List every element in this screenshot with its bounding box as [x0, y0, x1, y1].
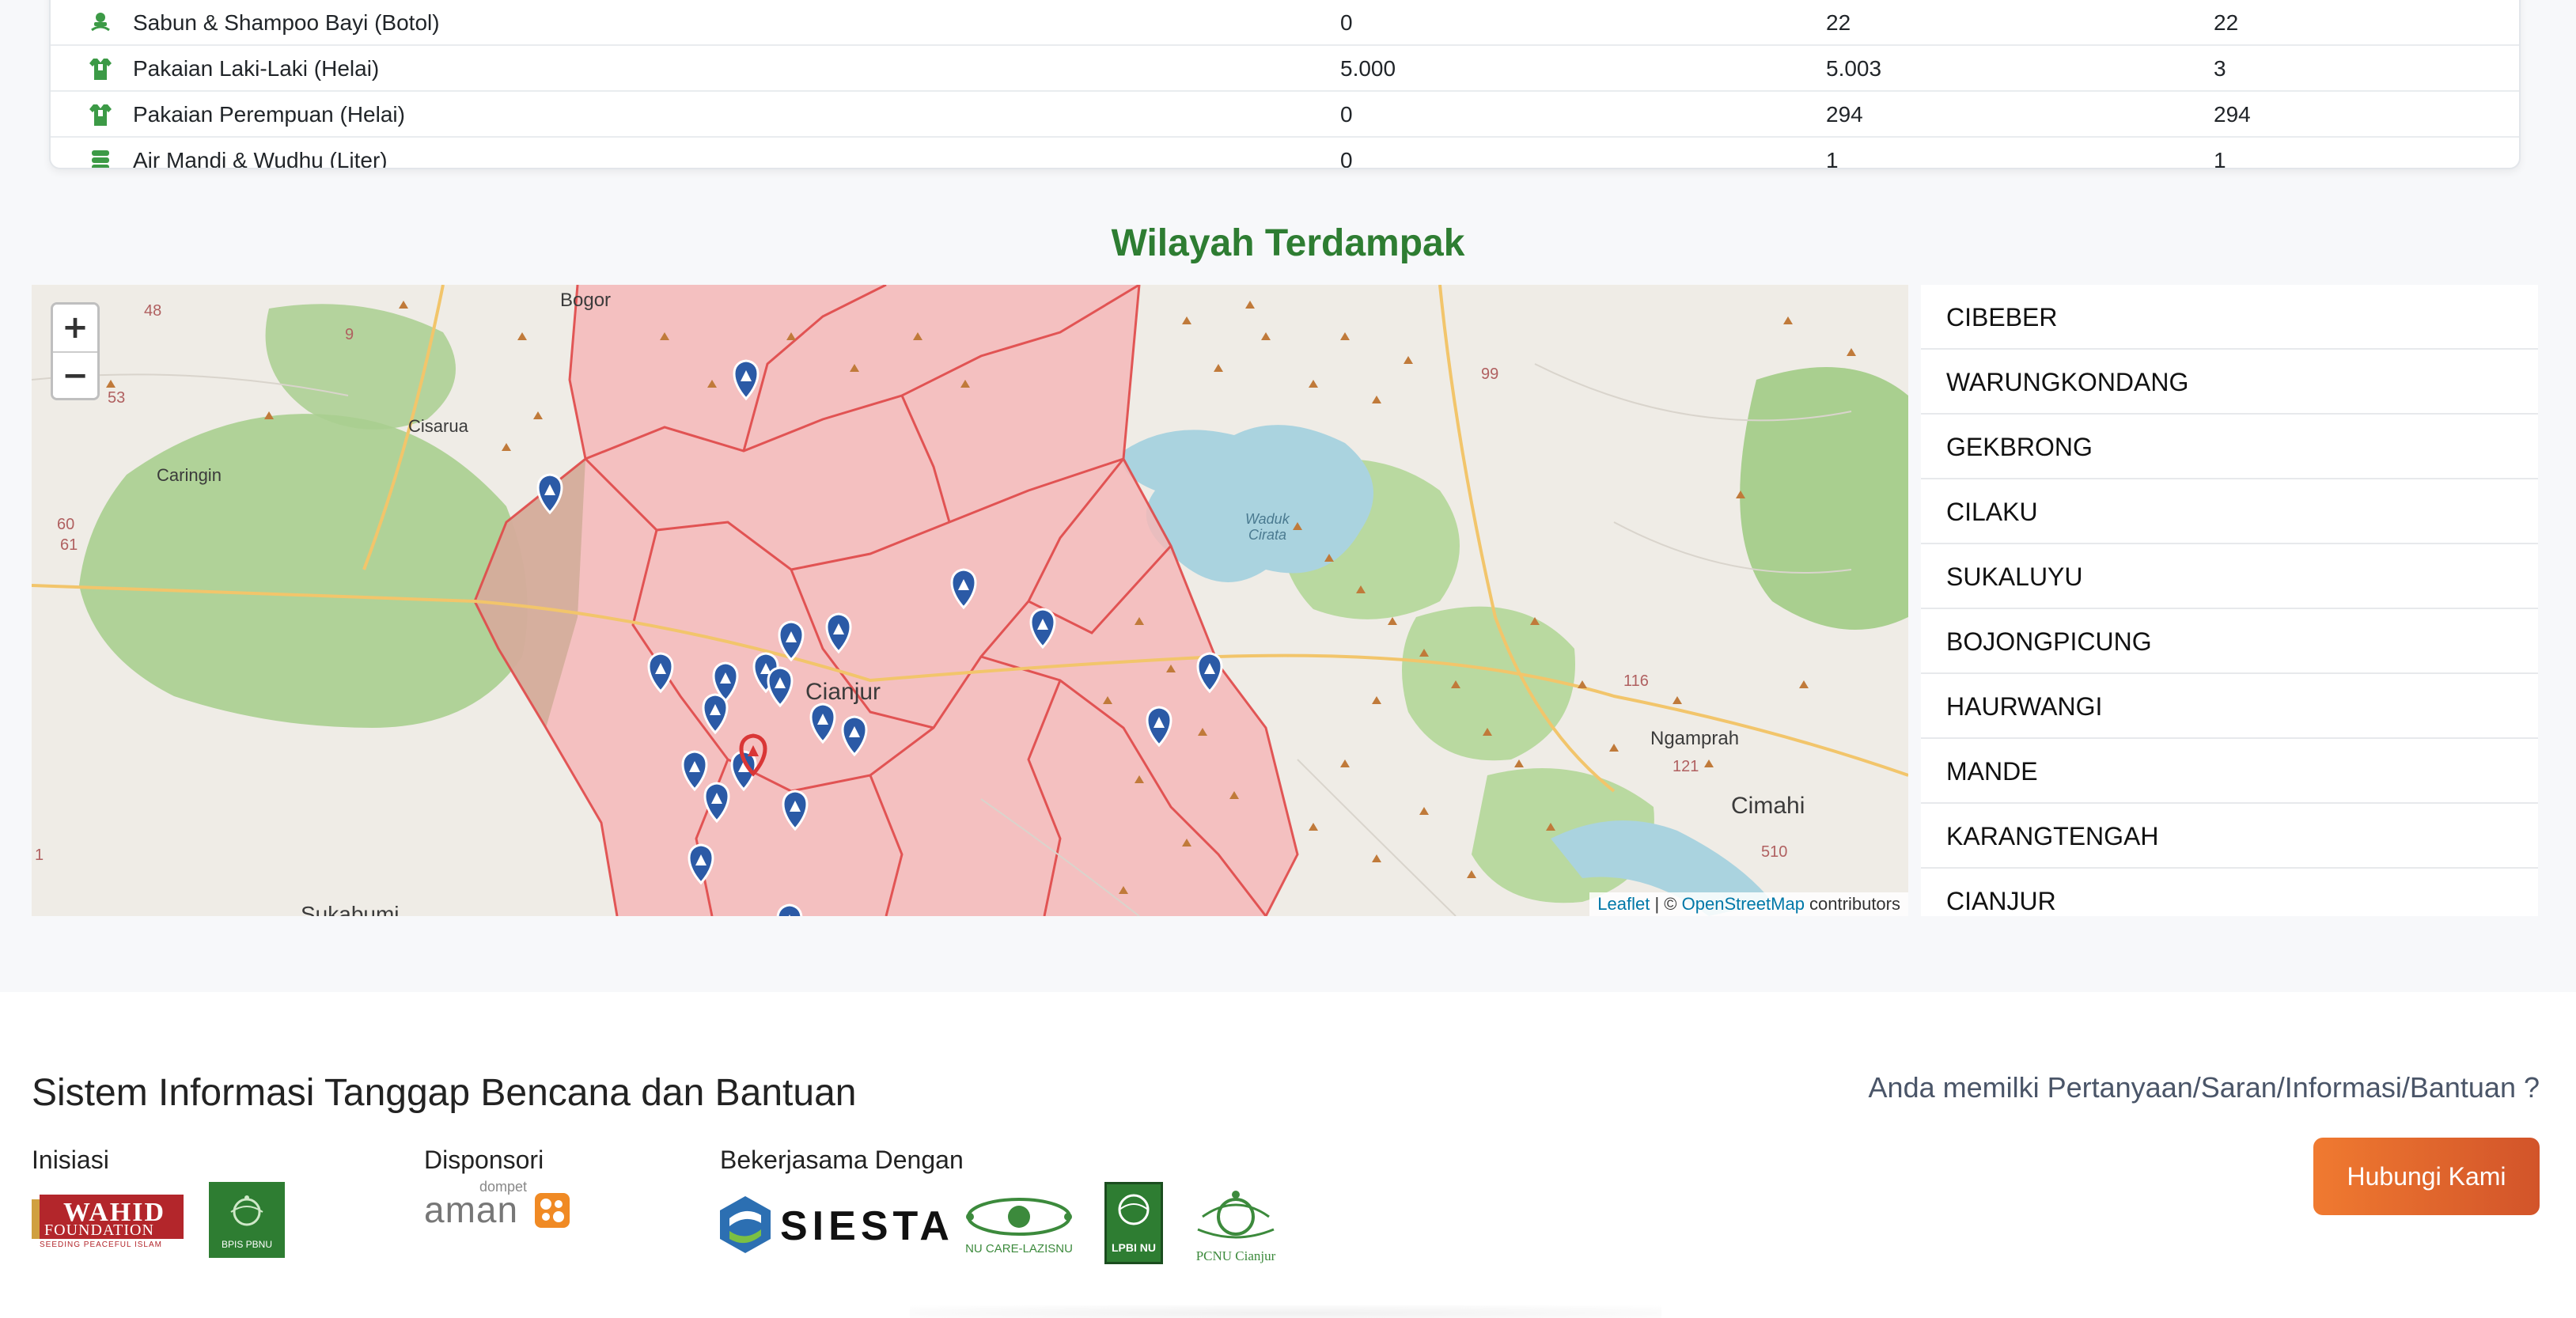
place-label: Caringin [157, 465, 222, 485]
pcnu-cianjur-logo: PCNU Cianjur [1187, 1185, 1285, 1267]
attribution-separator: | © [1650, 894, 1682, 914]
table-row: Pakaian Perempuan (Helai) 0 294 294 [51, 92, 2519, 138]
attribution-suffix: contributors [1804, 894, 1900, 914]
bpis-pbnu-logo: BPIS PBNU [209, 1182, 285, 1258]
nucare-text: NU CARE-LAZISNU [965, 1242, 1073, 1256]
item-name: Pakaian Laki-Laki (Helai) [133, 56, 380, 81]
leaflet-link[interactable]: Leaflet [1597, 894, 1650, 914]
footer-shadow [910, 1305, 1661, 1318]
road-number: 1 [35, 846, 44, 864]
item-needed: 0 [1340, 10, 1353, 35]
region-item[interactable]: HAURWANGI [1921, 674, 2538, 739]
wahid-foundation-logo: WAHID FOUNDATION SEEDING PEACEFUL ISLAM [32, 1191, 184, 1250]
zoom-out-button[interactable]: − [53, 351, 97, 398]
place-label: Waduk [1245, 511, 1290, 527]
nucare-emblem-icon [966, 1198, 1072, 1236]
region-item[interactable]: SUKALUYU [1921, 544, 2538, 609]
road-number: 53 [108, 389, 126, 407]
siesta-text: SIESTA [780, 1203, 954, 1249]
shirt-icon [89, 104, 112, 126]
item-name: Sabun & Shampoo Bayi (Botol) [133, 10, 440, 35]
place-label: Ngamprah [1650, 728, 1740, 749]
lpbi-nu-logo: LPBI NU [1104, 1182, 1163, 1264]
item-received: 294 [1826, 102, 1863, 127]
footer-title: Sistem Informasi Tanggap Bencana dan Ban… [32, 1072, 857, 1114]
road-number: 510 [1761, 843, 1788, 861]
item-balance: 294 [2214, 102, 2251, 127]
aman-mark-icon [535, 1193, 570, 1228]
region-list[interactable]: CIBEBER WARUNGKONDANG GEKBRONG CILAKU SU… [1921, 285, 2538, 916]
place-label: Cimahi [1731, 793, 1805, 819]
nucare-lazisnu-logo: NU CARE-LAZISNU [962, 1193, 1076, 1259]
region-item[interactable]: BOJONGPICUNG [1921, 609, 2538, 674]
contact-button[interactable]: Hubungi Kami [2313, 1138, 2540, 1215]
siesta-mark-icon [720, 1196, 771, 1253]
footer-question: Anda memilki Pertanyaan/Saran/Informasi/… [1868, 1071, 2540, 1104]
table-row: Air Mandi & Wudhu (Liter) 0 1 1 [51, 138, 2519, 169]
baby-bottle-icon [91, 13, 110, 32]
aid-table: Sabun & Shampoo Bayi (Botol) 0 22 22 Pak… [49, 0, 2521, 169]
region-item[interactable]: WARUNGKONDANG [1921, 350, 2538, 415]
pcnu-emblem-icon [1197, 1191, 1275, 1239]
place-label: Cianjur [805, 679, 881, 705]
region-item[interactable]: KARANGTENGAH [1921, 804, 2538, 869]
region-item[interactable]: CIBEBER [1921, 285, 2538, 350]
table-row: Pakaian Laki-Laki (Helai) 5.000 5.003 3 [51, 46, 2519, 92]
map-attribution: Leaflet | © OpenStreetMap contributors [1589, 892, 1908, 916]
place-label: Sukabumi [301, 902, 400, 916]
region-item[interactable]: CIANJUR [1921, 869, 2538, 916]
aman-text: aman [424, 1189, 519, 1230]
siesta-logo: SIESTA [718, 1195, 949, 1255]
zoom-in-button[interactable]: + [53, 305, 97, 351]
table-row: Sabun & Shampoo Bayi (Botol) 0 22 22 [51, 0, 2519, 46]
lpbi-emblem-icon [1118, 1194, 1150, 1225]
item-name: Air Mandi & Wudhu (Liter) [133, 148, 388, 169]
item-received: 5.003 [1826, 56, 1882, 81]
item-name: Pakaian Perempuan (Helai) [133, 102, 405, 127]
road-number: 99 [1481, 365, 1499, 383]
water-tank-icon [92, 150, 109, 168]
map-canvas[interactable] [32, 285, 1908, 916]
section-title: Wilayah Terdampak [1111, 222, 1465, 264]
footer: Sistem Informasi Tanggap Bencana dan Ban… [0, 992, 2576, 1318]
wahid-tagline: SEEDING PEACEFUL ISLAM [40, 1240, 162, 1249]
item-needed: 5.000 [1340, 56, 1396, 81]
place-label: Cisarua [408, 416, 468, 436]
partner-label: Bekerjasama Dengan [720, 1146, 964, 1174]
item-needed: 0 [1340, 102, 1353, 127]
initiated-label: Inisiasi [32, 1146, 109, 1174]
pcnu-text: PCNU Cianjur [1195, 1248, 1276, 1263]
road-number: 60 [57, 516, 75, 533]
region-item[interactable]: CILAKU [1921, 479, 2538, 544]
road-number: 9 [345, 326, 354, 343]
item-balance: 3 [2214, 56, 2226, 81]
item-balance: 22 [2214, 10, 2239, 35]
item-received: 1 [1826, 148, 1839, 169]
place-label: Bogor [560, 290, 612, 311]
lpbi-text: LPBI NU [1112, 1241, 1156, 1254]
road-number: 48 [144, 302, 162, 320]
road-number: 61 [60, 536, 78, 554]
forest-area [1740, 367, 1908, 630]
zoom-control: + − [51, 302, 100, 400]
sponsored-label: Disponsori [424, 1146, 544, 1174]
place-label: Cirata [1248, 527, 1287, 543]
region-item[interactable]: GEKBRONG [1921, 415, 2538, 479]
item-needed: 0 [1340, 148, 1353, 169]
road-number: 116 [1623, 672, 1649, 690]
dompet-aman-logo: dompet aman [424, 1179, 574, 1230]
item-balance: 1 [2214, 148, 2226, 169]
region-item[interactable]: MANDE [1921, 739, 2538, 804]
road-number: 121 [1673, 758, 1699, 775]
shirt-icon [89, 59, 112, 80]
affected-area-map[interactable]: Bogor Cisarua Caringin Cianjur Waduk Cir… [32, 285, 1908, 916]
item-received: 22 [1826, 10, 1851, 35]
openstreetmap-link[interactable]: OpenStreetMap [1682, 894, 1805, 914]
bpis-text: BPIS PBNU [221, 1239, 273, 1250]
foundation-text: FOUNDATION [44, 1221, 154, 1239]
